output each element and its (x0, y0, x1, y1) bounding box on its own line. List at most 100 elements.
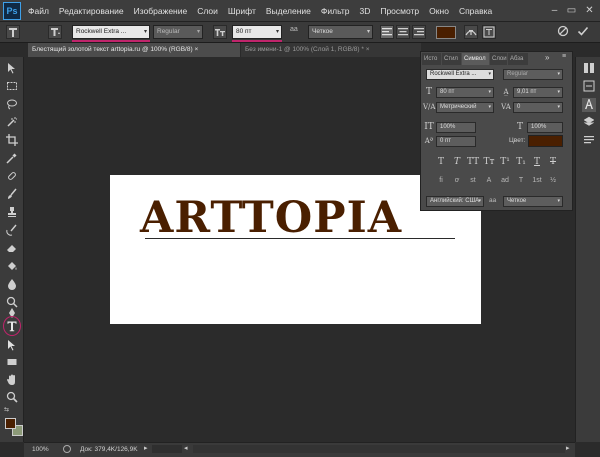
close-tab-icon[interactable]: × (194, 46, 198, 53)
subscript-button[interactable]: T₁ (515, 156, 527, 168)
quick-selection-tool-icon[interactable] (5, 116, 19, 130)
canvas-text-layer[interactable]: ARTTOPIA (140, 193, 460, 243)
menu-3d[interactable]: 3D (359, 6, 370, 16)
antialias-select[interactable]: Четкое ▾ (308, 25, 373, 39)
swash-button[interactable]: A (483, 176, 495, 186)
menu-window[interactable]: Окно (429, 6, 449, 16)
scroll-right-arrow-icon[interactable]: ▸ (566, 444, 570, 452)
text-baseline (145, 238, 455, 239)
rectangle-tool-icon[interactable] (5, 356, 19, 370)
small-caps-button[interactable]: Tт (483, 156, 495, 168)
close-tab-icon[interactable]: × (366, 46, 370, 53)
layers-panel-icon[interactable] (582, 116, 596, 130)
panel-horizontal-scale-field[interactable]: 100% (527, 122, 563, 133)
actions-panel-icon[interactable] (582, 80, 596, 94)
tool-preset-icon[interactable] (6, 25, 20, 39)
character-panel-toggle-icon[interactable] (482, 25, 496, 39)
superscript-button[interactable]: T¹ (499, 156, 511, 168)
warp-text-icon[interactable] (464, 25, 478, 39)
eyedropper-tool-icon[interactable] (5, 152, 19, 166)
status-menu-arrow-icon[interactable]: ▸ (144, 444, 148, 452)
titling-button[interactable]: T (515, 176, 527, 186)
panel-tab-character[interactable]: Символ (462, 53, 489, 65)
paint-bucket-tool-icon[interactable] (5, 260, 19, 274)
ordinals-button[interactable]: 1st (531, 176, 543, 186)
tab-document-arttopia[interactable]: Блестящий золотой текст arttopia.ru @ 10… (28, 43, 240, 57)
discretionary-ligatures-button[interactable]: st (467, 176, 479, 186)
language-select[interactable]: Английский: США ▾ (426, 196, 484, 207)
commit-edit-icon[interactable] (576, 25, 590, 39)
old-style-button[interactable]: ơ (451, 176, 463, 186)
menu-view[interactable]: Просмотр (380, 6, 419, 16)
move-tool-icon[interactable] (5, 62, 19, 76)
paragraph-panel-icon[interactable] (582, 134, 596, 148)
panel-tab-styles[interactable]: Стил (442, 53, 461, 65)
font-style-select[interactable]: Regular ▾ (153, 25, 203, 39)
tab-document-untitled[interactable]: Без имени-1 @ 100% (Слой 1, RGB/8) * × (241, 43, 421, 57)
panel-tab-layers[interactable]: Слои (490, 53, 507, 65)
close-window-button[interactable]: ✕ (583, 4, 596, 17)
panel-vertical-scale-field[interactable]: 100% (436, 122, 476, 133)
panel-font-size-field[interactable]: 80 пт ▾ (436, 87, 494, 98)
menu-filter[interactable]: Фильтр (321, 6, 350, 16)
marquee-tool-icon[interactable] (5, 80, 19, 94)
healing-brush-tool-icon[interactable] (5, 170, 19, 184)
text-color-swatch[interactable] (436, 26, 456, 39)
ligatures-button[interactable]: fi (435, 176, 447, 186)
panel-kerning-select[interactable]: Метрический ▾ (436, 102, 494, 113)
align-right-button[interactable] (412, 25, 426, 39)
panel-font-family-select[interactable]: Rockwell Extra ... ▾ (426, 69, 494, 80)
scroll-left-arrow-icon[interactable]: ◂ (184, 444, 188, 452)
font-family-select[interactable]: Rockwell Extra ... ▾ (72, 25, 150, 39)
menu-type[interactable]: Шрифт (228, 6, 256, 16)
foreground-color-swatch[interactable] (5, 418, 16, 429)
history-panel-icon[interactable] (582, 62, 596, 76)
underline-button[interactable]: T (531, 156, 543, 168)
fractions-button[interactable]: ½ (547, 176, 559, 186)
minimize-button[interactable]: – (548, 4, 561, 17)
zoom-level[interactable]: 100% (32, 444, 49, 455)
stylistic-alternates-button[interactable]: ad (499, 176, 511, 186)
panel-color-swatch[interactable] (528, 135, 563, 147)
menu-image[interactable]: Изображение (134, 6, 188, 16)
panel-antialias-select[interactable]: Четкое ▾ (503, 196, 563, 207)
hand-tool-icon[interactable] (5, 374, 19, 388)
strikethrough-button[interactable]: T (547, 156, 559, 168)
menu-file[interactable]: Файл (28, 6, 49, 16)
maximize-button[interactable]: ▭ (565, 4, 578, 17)
panel-collapse-icon[interactable]: » (545, 53, 549, 62)
horizontal-scrollbar[interactable] (193, 445, 565, 453)
scroll-track-left[interactable] (152, 445, 182, 453)
clone-stamp-tool-icon[interactable] (5, 206, 19, 220)
blur-tool-icon[interactable] (5, 278, 19, 292)
history-brush-tool-icon[interactable] (5, 224, 19, 238)
panel-tab-history[interactable]: Исто (422, 53, 441, 65)
lasso-tool-icon[interactable] (5, 98, 19, 112)
panel-tab-paragraph[interactable]: Абза (508, 53, 528, 65)
panel-menu-icon[interactable]: ≡ (562, 53, 566, 60)
align-left-button[interactable] (380, 25, 394, 39)
panel-leading-field[interactable]: 9,01 пт ▾ (513, 87, 563, 98)
text-orientation-icon[interactable] (48, 25, 62, 39)
swap-colors-icon[interactable]: ⇆ (4, 406, 9, 413)
character-panel-icon[interactable] (582, 98, 596, 112)
panel-font-style-select[interactable]: Regular ▾ (503, 69, 563, 80)
align-center-button[interactable] (396, 25, 410, 39)
font-size-select[interactable]: 80 пт ▾ (232, 25, 282, 39)
menu-help[interactable]: Справка (459, 6, 492, 16)
menu-edit[interactable]: Редактирование (59, 6, 124, 16)
menu-select[interactable]: Выделение (266, 6, 311, 16)
crop-tool-icon[interactable] (5, 134, 19, 148)
faux-italic-button[interactable]: T (451, 156, 463, 168)
panel-tracking-select[interactable]: 0 ▾ (513, 102, 563, 113)
faux-bold-button[interactable]: T (435, 156, 447, 168)
path-selection-tool-icon[interactable] (5, 339, 19, 353)
brush-tool-icon[interactable] (5, 188, 19, 202)
cancel-edit-icon[interactable] (556, 25, 570, 39)
panel-baseline-shift-field[interactable]: 0 пт (436, 136, 476, 147)
zoom-tool-icon[interactable] (5, 391, 19, 405)
eraser-tool-icon[interactable] (5, 242, 19, 256)
all-caps-button[interactable]: TT (467, 156, 479, 168)
menu-layers[interactable]: Слои (197, 6, 218, 16)
share-icon[interactable] (63, 445, 71, 453)
